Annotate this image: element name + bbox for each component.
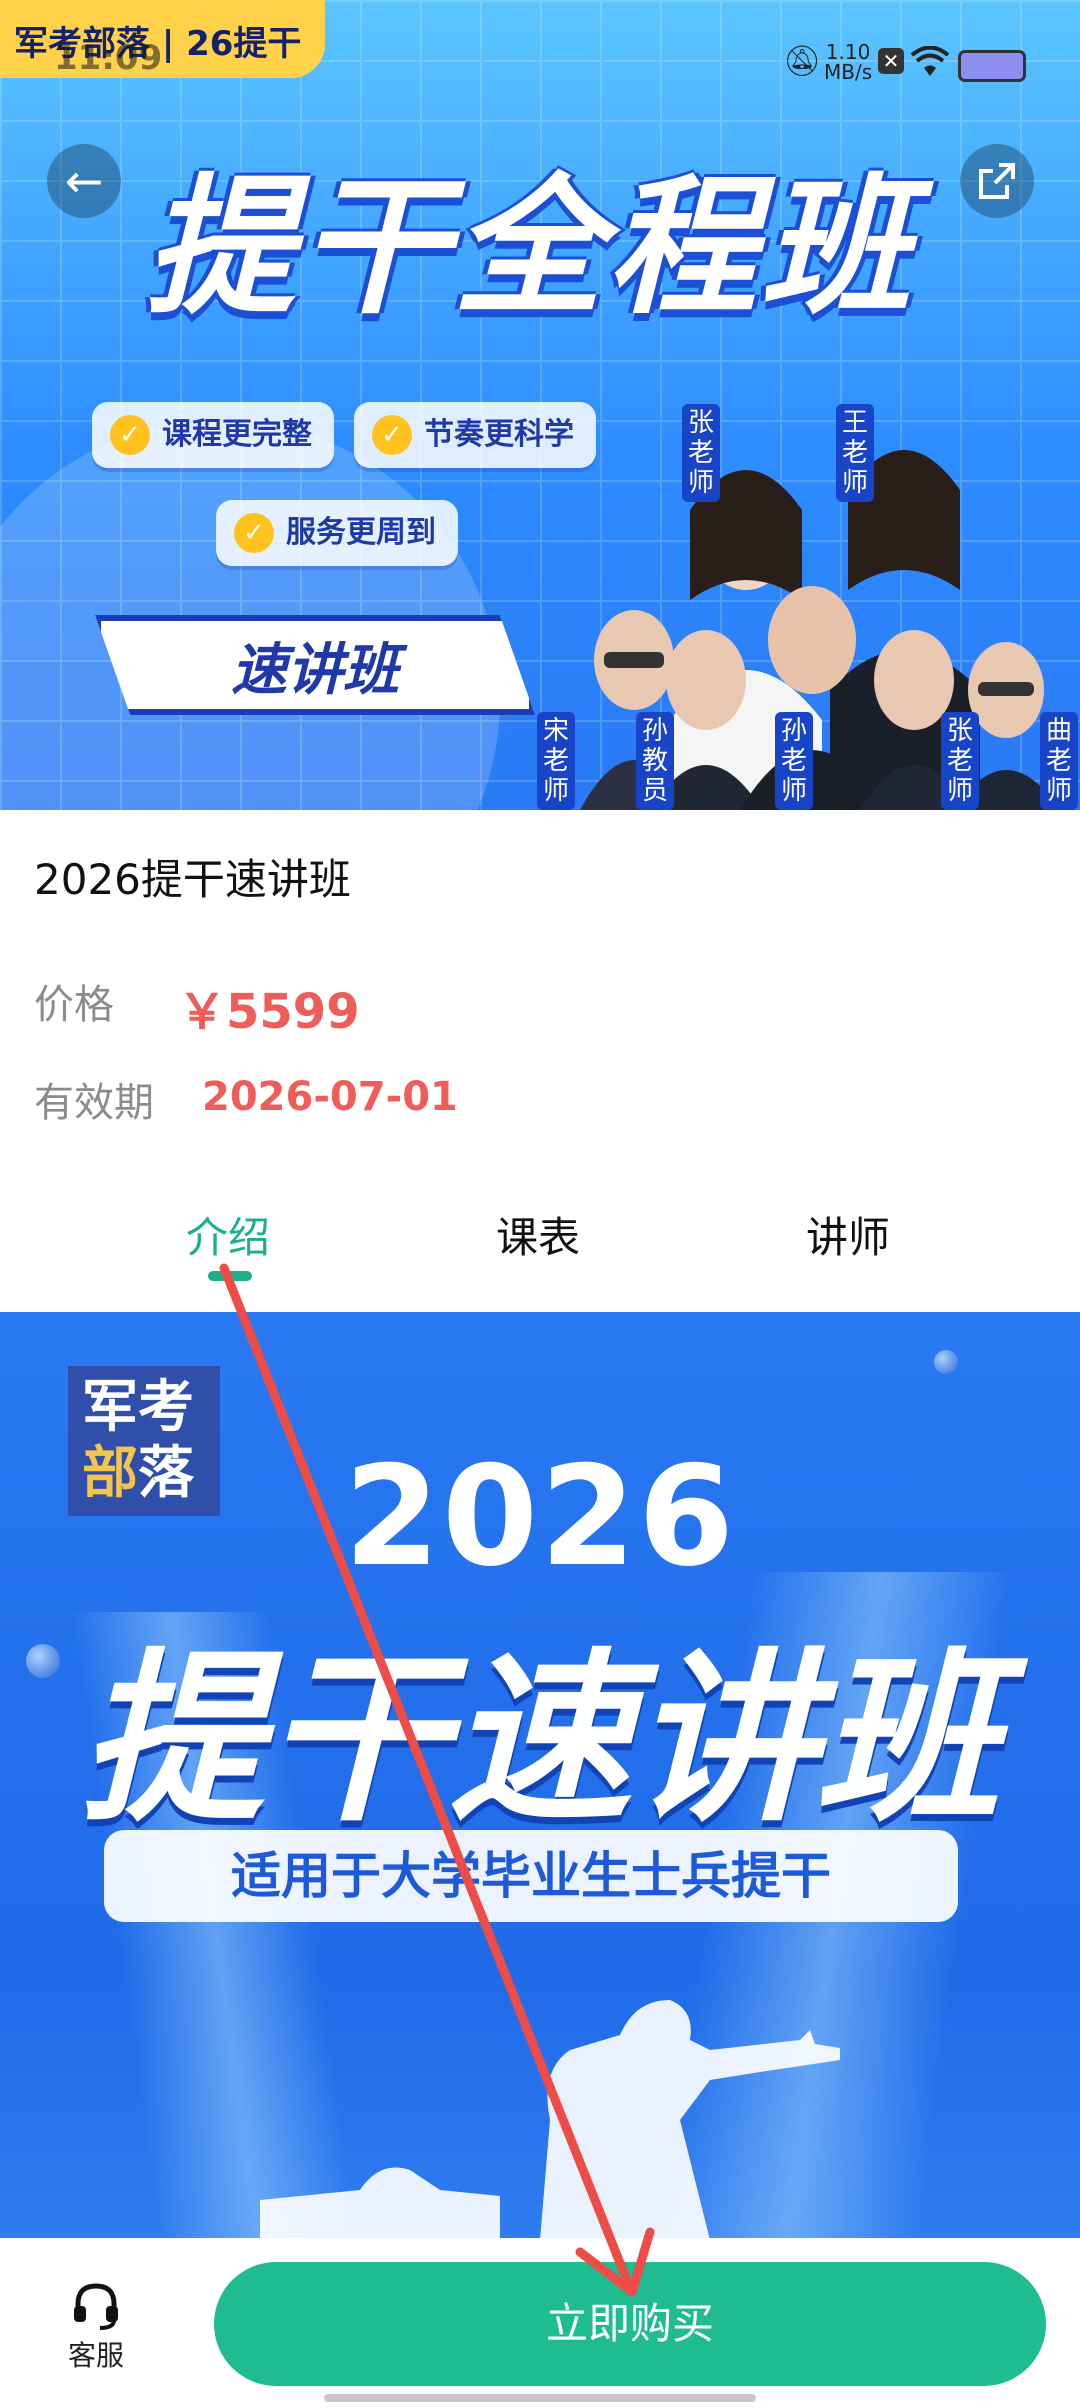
customer-service-button[interactable]: 客服 <box>60 2272 140 2382</box>
course-banner: 军考部落 | 26提干 提干全程班 ✓ 课程更完整 ✓ 节奏更科学 ✓ 服务更周… <box>0 0 1080 810</box>
buy-now-button[interactable]: 立即购买 <box>214 2262 1046 2386</box>
soldier-silhouette <box>260 2000 840 2240</box>
network-speed-unit: MB/s <box>824 60 873 84</box>
back-button[interactable]: ← <box>47 144 121 218</box>
teacher-label: 张老师 <box>941 712 979 810</box>
tab-intro[interactable]: 介绍 <box>186 1204 270 1265</box>
feature-badge-service: ✓ 服务更周到 <box>216 500 458 566</box>
teacher-label: 张老师 <box>682 404 720 502</box>
banner-title: 提干全程班 <box>144 161 915 335</box>
teacher-label: 孙教员 <box>636 712 674 810</box>
arrow-left-icon: ← <box>64 154 104 208</box>
battery-icon <box>958 50 1026 82</box>
poster-logo-line1: 军考 <box>82 1375 194 1440</box>
teacher-photos <box>580 450 1060 810</box>
teacher-label: 曲老师 <box>1040 712 1078 810</box>
brand-tag: 军考部落 | 26提干 <box>0 0 325 78</box>
poster-title: 提干速讲班 <box>79 1633 1000 1847</box>
teacher-label: 宋老师 <box>537 712 575 810</box>
feature-label: 服务更周到 <box>286 515 436 550</box>
price-label: 价格 <box>34 982 114 1028</box>
customer-service-label: 客服 <box>68 2339 125 2372</box>
network-speed: 1.10 MB/s <box>824 42 872 82</box>
price-value: ￥5599 <box>178 984 360 1040</box>
tab-schedule[interactable]: 课表 <box>496 1204 580 1265</box>
check-icon: ✓ <box>372 415 412 455</box>
status-time: 11:09 <box>54 38 163 78</box>
poster-subtitle: 适用于大学毕业生士兵提干 <box>104 1830 958 1922</box>
home-indicator[interactable] <box>324 2394 756 2402</box>
feature-label: 课程更完整 <box>162 417 312 452</box>
headset-icon <box>74 2283 118 2330</box>
mute-icon: 🔕︎ <box>783 44 822 79</box>
share-icon <box>979 163 1015 199</box>
feature-badge-complete: ✓ 课程更完整 <box>92 402 334 468</box>
tab-teachers[interactable]: 讲师 <box>806 1204 890 1265</box>
poster-year: 2026 <box>343 1436 737 1597</box>
tab-active-indicator <box>208 1271 252 1281</box>
speed-class-flag: 速讲班 <box>95 615 535 715</box>
network-speed-value: 1.10 <box>825 40 871 64</box>
check-icon: ✓ <box>234 513 274 553</box>
validity-label: 有效期 <box>34 1080 154 1126</box>
share-button[interactable] <box>960 144 1034 218</box>
notification-icon: ✕ <box>878 48 904 74</box>
check-icon: ✓ <box>110 415 150 455</box>
course-title: 2026提干速讲班 <box>34 855 351 904</box>
teacher-label: 王老师 <box>836 404 874 502</box>
wifi-icon <box>910 46 950 76</box>
teacher-label: 孙老师 <box>775 712 813 810</box>
decor-orb <box>934 1350 958 1374</box>
validity-value: 2026-07-01 <box>202 1074 458 1120</box>
